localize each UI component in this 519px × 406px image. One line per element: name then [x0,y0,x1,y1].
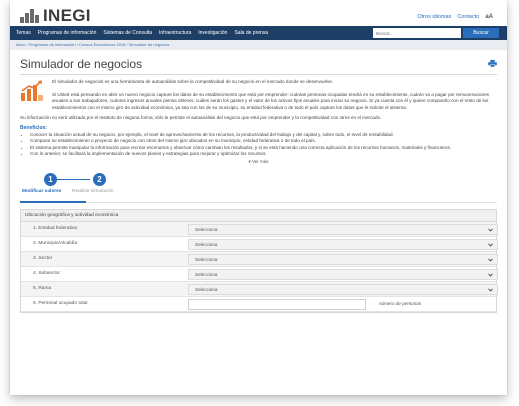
step-2-badge[interactable]: 2 [93,172,106,186]
subsector-select[interactable]: Selecciona [188,268,498,280]
benefits-list: Conocer la situación actual de su negoci… [30,132,497,158]
form-row-subsector: 4. Subsector Selecciona [21,267,498,282]
chevron-down-icon [488,243,493,247]
form-section-header: Ubicación geográfica y actividad económi… [21,209,496,222]
main-nav: Temas Programas de información Sistemas … [10,26,507,40]
wizard-steps: 1 2 Modificar valores Realizar simulació… [20,172,497,203]
intro-paragraph-3: Su información no será utilizada por el … [20,115,382,121]
browser-viewport: INEGI Otros idiomas Contacto aA Temas Pr… [10,0,507,395]
select-value: Selecciona [195,271,218,277]
link-other-languages[interactable]: Otros idiomas [417,14,451,20]
site-header: INEGI Otros idiomas Contacto aA [10,0,507,26]
select-value: Selecciona [195,286,218,292]
inegi-logo[interactable]: INEGI [20,6,91,26]
personal-ocupado-input[interactable] [188,298,366,310]
chevron-down-icon [488,228,493,232]
form-row-sector: 3. Sector Selecciona [21,251,498,267]
form-row-entidad: 1. Entidad federativa Selecciona [21,221,498,237]
nav-item-sistemas[interactable]: Sistemas de Consulta [103,30,152,36]
chevron-down-icon [488,273,493,277]
municipio-select[interactable]: Selecciona [188,238,498,250]
field-label: 4. Subsector [33,270,60,276]
benefit-item: Con lo anterior, se facilitará la implem… [30,151,497,157]
form-row-rama: 5. Rama Selecciona [21,281,498,297]
title-row: Simulador de negocios [20,53,497,75]
form-row-municipio: 2. Municipio/Alcaldía Selecciona [21,237,498,252]
search-button[interactable]: Buscar [463,28,499,38]
step-1-label[interactable]: Modificar valores [22,189,61,194]
ver-mas-link[interactable]: ▾ Ver más [10,159,507,165]
nav-item-investigacion[interactable]: Investigación [198,30,227,36]
select-value: Selecciona [195,226,218,232]
rama-select[interactable]: Selecciona [188,283,498,295]
font-size-toggle[interactable]: aA [485,14,493,20]
select-value: Selecciona [195,241,218,247]
step-1-badge[interactable]: 1 [44,172,57,186]
utility-links: Otros idiomas Contacto aA [417,14,493,20]
logo-text: INEGI [43,6,91,25]
entidad-select[interactable]: Selecciona [188,223,498,235]
nav-item-programas[interactable]: Programas de información [38,30,97,36]
benefits-title: Beneficios: [20,124,47,131]
logo-mark-icon [20,9,40,23]
intro-paragraph-1: El simulador de negocios es una herramie… [52,79,334,84]
breadcrumb[interactable]: Inicio / Programas de información / Cens… [10,40,507,50]
field-label: 6. Personal ocupado total [33,300,88,306]
field-label: 1. Entidad federativa [33,225,78,231]
intro-paragraph-2: Si Usted está pensando en abrir un nuevo… [52,91,489,110]
active-step-indicator [20,200,86,203]
nav-item-infraestructura[interactable]: Infraestructura [159,30,191,36]
field-label: 5. Rama [33,285,52,291]
step-2-label[interactable]: Realizar simulación [72,189,114,194]
link-contact[interactable]: Contacto [457,14,479,20]
search-input[interactable] [373,28,461,38]
nav-item-sala-prensa[interactable]: Sala de prensa [234,30,268,36]
field-label: 2. Municipio/Alcaldía [33,240,77,246]
field-label: 3. Sector [33,255,53,261]
chevron-down-icon [488,288,493,292]
print-icon[interactable] [488,60,497,67]
sector-select[interactable]: Selecciona [188,253,498,265]
intro-section: El simulador de negocios es una herramie… [20,79,497,122]
unit-label: número de personas [379,300,422,306]
simulator-form: Ubicación geográfica y actividad económi… [20,208,498,313]
page-title: Simulador de negocios [20,57,143,71]
select-value: Selecciona [195,256,218,262]
business-chart-icon [21,80,43,101]
nav-item-temas[interactable]: Temas [16,30,31,36]
chevron-down-icon [488,258,493,262]
form-row-personal: 6. Personal ocupado total número de pers… [21,297,496,312]
